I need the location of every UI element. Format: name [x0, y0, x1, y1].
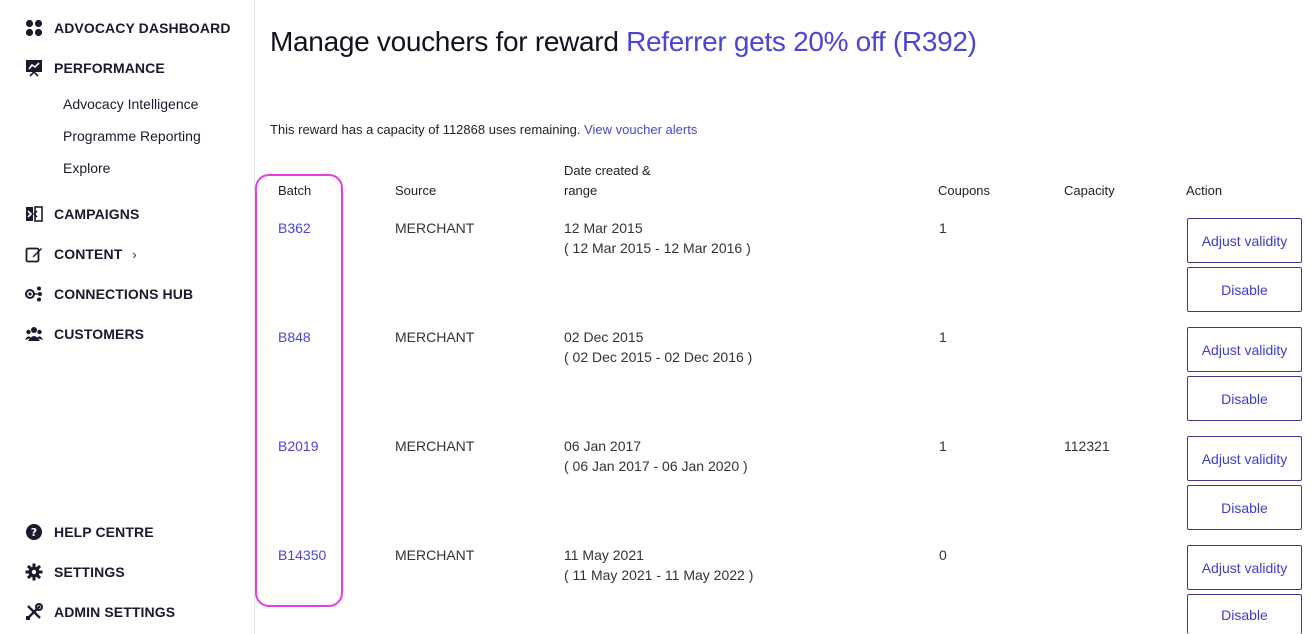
sidebar-item-label: CUSTOMERS [54, 326, 145, 342]
sidebar-item-label: CONNECTIONS HUB [54, 286, 194, 302]
reward-name: Referrer gets 20% off (R392) [626, 26, 977, 57]
batch-link[interactable]: B362 [278, 220, 311, 236]
date-created: 11 May 2021 [564, 547, 644, 563]
sidebar-item-content[interactable]: CONTENT › [24, 244, 137, 264]
batch-link[interactable]: B2019 [278, 438, 318, 454]
table-row-source: MERCHANT [395, 438, 475, 454]
batch-link[interactable]: B848 [278, 329, 311, 345]
adjust-validity-button[interactable]: Adjust validity [1187, 218, 1302, 263]
sidebar-item-campaigns[interactable]: CAMPAIGNS [24, 204, 139, 224]
date-created: 12 Mar 2015 [564, 220, 643, 236]
date-created: 06 Jan 2017 [564, 438, 642, 454]
header-capacity: Capacity [1064, 183, 1115, 198]
sidebar-item-settings[interactable]: SETTINGS [24, 562, 125, 582]
sidebar-item-label: SETTINGS [54, 564, 125, 580]
table-row-coupons: 1 [939, 438, 947, 454]
date-range: ( 12 Mar 2015 - 12 Mar 2016 ) [564, 240, 751, 256]
header-date-line2: range [564, 183, 598, 198]
view-voucher-alerts-link[interactable]: View voucher alerts [584, 122, 697, 137]
disable-button[interactable]: Disable [1187, 376, 1302, 421]
sidebar-item-performance[interactable]: PERFORMANCE [24, 58, 165, 78]
sidebar-item-help-centre[interactable]: ? HELP CENTRE [24, 522, 154, 542]
date-range: ( 11 May 2021 - 11 May 2022 ) [564, 567, 754, 583]
table-row-coupons: 1 [939, 329, 947, 345]
campaigns-icon [24, 204, 44, 224]
help-icon: ? [24, 522, 44, 542]
sidebar-subitem-advocacy-intelligence[interactable]: Advocacy Intelligence [63, 96, 198, 112]
sidebar-item-label: CAMPAIGNS [54, 206, 140, 222]
dashboard-icon [24, 18, 44, 38]
table-row-source: MERCHANT [395, 547, 475, 563]
title-prefix: Manage vouchers for reward [270, 26, 619, 57]
table-row-source: MERCHANT [395, 329, 475, 345]
adjust-validity-button[interactable]: Adjust validity [1187, 436, 1302, 481]
adjust-validity-button[interactable]: Adjust validity [1187, 327, 1302, 372]
table-row-batch: B362 [278, 218, 311, 238]
table-row-capacity: 112321 [1064, 438, 1110, 454]
capacity-text: This reward has a capacity of 112868 use… [270, 122, 581, 137]
disable-button[interactable]: Disable [1187, 267, 1302, 312]
table-row-batch: B848 [278, 327, 311, 347]
table-row-date: 02 Dec 2015 ( 02 Dec 2015 - 02 Dec 2016 ) [564, 327, 752, 367]
table-row-coupons: 0 [939, 547, 947, 563]
sidebar-item-label: CONTENT [54, 246, 123, 262]
sidebar-item-label: ADVOCACY DASHBOARD [54, 20, 231, 36]
header-action: Action [1186, 183, 1223, 198]
svg-text:?: ? [31, 526, 37, 539]
sidebar-item-connections-hub[interactable]: CONNECTIONS HUB [24, 284, 193, 304]
presentation-chart-icon [24, 58, 44, 78]
table-row-date: 06 Jan 2017 ( 06 Jan 2017 - 06 Jan 2020 ) [564, 436, 748, 476]
edit-icon [24, 244, 44, 264]
sidebar: ADVOCACY DASHBOARD PERFORMANCE Advocacy … [0, 0, 255, 634]
table-row-source: MERCHANT [395, 220, 475, 236]
header-batch: Batch [278, 183, 312, 198]
sidebar-item-label: HELP CENTRE [54, 524, 154, 540]
table-row-date: 11 May 2021 ( 11 May 2021 - 11 May 2022 ) [564, 545, 753, 585]
capacity-message: This reward has a capacity of 112868 use… [270, 122, 697, 137]
sidebar-item-label: ADMIN SETTINGS [54, 604, 176, 620]
disable-button[interactable]: Disable [1187, 594, 1302, 634]
page-title: Manage vouchers for reward Referrer gets… [270, 26, 977, 58]
sidebar-subitem-explore[interactable]: Explore [63, 160, 110, 176]
users-icon [24, 324, 44, 344]
sidebar-item-label: PERFORMANCE [54, 60, 165, 76]
chevron-right-icon: › [132, 246, 137, 262]
gear-icon [24, 562, 44, 582]
table-row-batch: B14350 [278, 545, 326, 565]
table-row-batch: B2019 [278, 436, 318, 456]
date-created: 02 Dec 2015 [564, 329, 644, 345]
sidebar-subitem-programme-reporting[interactable]: Programme Reporting [63, 128, 201, 144]
main-content: Manage vouchers for reward Referrer gets… [270, 0, 1311, 634]
header-source: Source [395, 183, 437, 198]
date-range: ( 02 Dec 2015 - 02 Dec 2016 ) [564, 349, 753, 365]
table-row-coupons: 1 [939, 220, 947, 236]
table-row-date: 12 Mar 2015 ( 12 Mar 2015 - 12 Mar 2016 ) [564, 218, 751, 258]
tools-icon [24, 602, 44, 622]
date-range: ( 06 Jan 2017 - 06 Jan 2020 ) [564, 458, 748, 474]
batch-link[interactable]: B14350 [278, 547, 326, 563]
header-date-line1: Date created & [564, 163, 651, 178]
disable-button[interactable]: Disable [1187, 485, 1302, 530]
adjust-validity-button[interactable]: Adjust validity [1187, 545, 1302, 590]
sidebar-item-advocacy-dashboard[interactable]: ADVOCACY DASHBOARD [24, 18, 231, 38]
header-coupons: Coupons [938, 183, 991, 198]
connections-icon [24, 284, 44, 304]
header-date-created: Date created & range [564, 161, 651, 201]
sidebar-item-admin-settings[interactable]: ADMIN SETTINGS [24, 602, 175, 622]
sidebar-item-customers[interactable]: CUSTOMERS [24, 324, 144, 344]
